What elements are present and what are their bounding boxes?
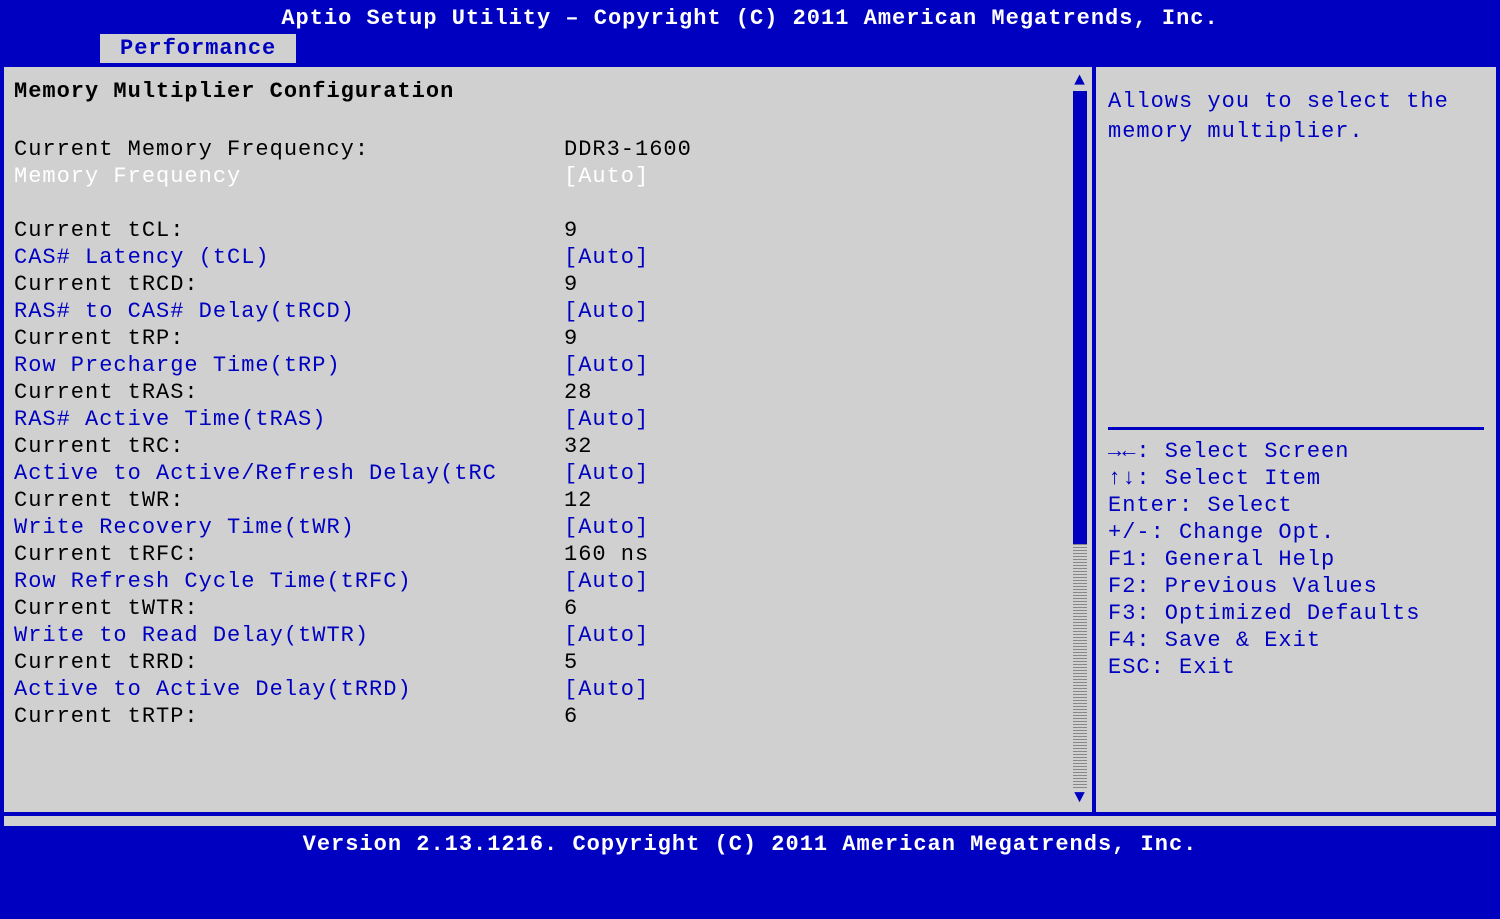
key-hint: ↑↓: Select Item (1108, 465, 1484, 492)
setting-row[interactable]: Write Recovery Time(tWR)[Auto] (14, 514, 1052, 541)
setting-label: Current tRP: (14, 325, 564, 352)
setting-value: 160 ns (564, 541, 1052, 568)
setting-row: Current tRFC:160 ns (14, 541, 1052, 568)
setting-row[interactable]: RAS# to CAS# Delay(tRCD)[Auto] (14, 298, 1052, 325)
scroll-track[interactable] (1073, 91, 1087, 788)
setting-row: Current tWTR:6 (14, 595, 1052, 622)
scroll-track-bg (1073, 544, 1087, 788)
setting-value: 12 (564, 487, 1052, 514)
setting-row[interactable]: Row Refresh Cycle Time(tRFC)[Auto] (14, 568, 1052, 595)
help-description: Allows you to select the memory multipli… (1108, 87, 1484, 427)
scroll-up-icon[interactable]: ▲ (1070, 71, 1090, 91)
footer-gap (0, 812, 1500, 826)
setting-row: Current tRC:32 (14, 433, 1052, 460)
setting-label: RAS# to CAS# Delay(tRCD) (14, 298, 564, 325)
setting-label: Current tRAS: (14, 379, 564, 406)
setting-row: Current tWR:12 (14, 487, 1052, 514)
setting-value[interactable]: [Auto] (564, 622, 1052, 649)
setting-value[interactable]: [Auto] (564, 298, 1052, 325)
setting-label: Current tWTR: (14, 595, 564, 622)
setting-value: 9 (564, 325, 1052, 352)
setting-label: Current tRRD: (14, 649, 564, 676)
setting-value[interactable]: [Auto] (564, 352, 1052, 379)
setting-value[interactable]: [Auto] (564, 163, 1052, 190)
setting-row: Current Memory Frequency:DDR3-1600 (14, 136, 1052, 163)
key-hint: F1: General Help (1108, 546, 1484, 573)
footer: Version 2.13.1216. Copyright (C) 2011 Am… (0, 826, 1500, 863)
footer-text: Version 2.13.1216. Copyright (C) 2011 Am… (303, 832, 1198, 857)
setting-label: Active to Active/Refresh Delay(tRC (14, 460, 564, 487)
setting-value: 9 (564, 271, 1052, 298)
scrollbar[interactable]: ▲ ▼ (1070, 71, 1090, 808)
setting-value: 6 (564, 595, 1052, 622)
key-hint: F2: Previous Values (1108, 573, 1484, 600)
key-hint: +/-: Change Opt. (1108, 519, 1484, 546)
setting-label: Current Memory Frequency: (14, 136, 564, 163)
key-hint: ESC: Exit (1108, 654, 1484, 681)
setting-value: 28 (564, 379, 1052, 406)
setting-label: CAS# Latency (tCL) (14, 244, 564, 271)
key-hint: F3: Optimized Defaults (1108, 600, 1484, 627)
setting-value[interactable]: [Auto] (564, 460, 1052, 487)
setting-label: Memory Frequency (14, 163, 564, 190)
setting-row[interactable]: CAS# Latency (tCL)[Auto] (14, 244, 1052, 271)
setting-value: DDR3-1600 (564, 136, 1052, 163)
setting-value: 6 (564, 703, 1052, 730)
settings-panel: Memory Multiplier Configuration Current … (4, 67, 1096, 812)
help-divider (1108, 427, 1484, 430)
setting-value: 5 (564, 649, 1052, 676)
setting-row[interactable]: Active to Active Delay(tRRD)[Auto] (14, 676, 1052, 703)
setting-row: Current tRAS:28 (14, 379, 1052, 406)
scroll-down-icon[interactable]: ▼ (1070, 788, 1090, 808)
section-title: Memory Multiplier Configuration (14, 79, 1052, 104)
setting-value[interactable]: [Auto] (564, 676, 1052, 703)
scroll-thumb[interactable] (1073, 91, 1087, 544)
setting-row[interactable]: Write to Read Delay(tWTR)[Auto] (14, 622, 1052, 649)
setting-label: Current tRTP: (14, 703, 564, 730)
setting-label: Write to Read Delay(tWTR) (14, 622, 564, 649)
setting-value[interactable]: [Auto] (564, 244, 1052, 271)
key-hint: Enter: Select (1108, 492, 1484, 519)
tab-performance[interactable]: Performance (100, 34, 296, 63)
setting-row[interactable]: Active to Active/Refresh Delay(tRC[Auto] (14, 460, 1052, 487)
setting-label: Row Precharge Time(tRP) (14, 352, 564, 379)
setting-row[interactable]: Memory Frequency[Auto] (14, 163, 1052, 190)
setting-label: Current tRFC: (14, 541, 564, 568)
setting-label: Write Recovery Time(tWR) (14, 514, 564, 541)
key-hints: →←: Select Screen↑↓: Select ItemEnter: S… (1108, 438, 1484, 681)
bios-header: Aptio Setup Utility – Copyright (C) 2011… (0, 0, 1500, 34)
setting-label: Current tCL: (14, 217, 564, 244)
setting-label: Row Refresh Cycle Time(tRFC) (14, 568, 564, 595)
setting-value[interactable]: [Auto] (564, 406, 1052, 433)
setting-label: Active to Active Delay(tRRD) (14, 676, 564, 703)
setting-label: Current tWR: (14, 487, 564, 514)
setting-label: Current tRCD: (14, 271, 564, 298)
setting-row[interactable]: Row Precharge Time(tRP)[Auto] (14, 352, 1052, 379)
key-hint: F4: Save & Exit (1108, 627, 1484, 654)
setting-value: 32 (564, 433, 1052, 460)
setting-value: 9 (564, 217, 1052, 244)
setting-row[interactable]: RAS# Active Time(tRAS)[Auto] (14, 406, 1052, 433)
setting-label: RAS# Active Time(tRAS) (14, 406, 564, 433)
main-container: Memory Multiplier Configuration Current … (0, 67, 1500, 812)
setting-label: Current tRC: (14, 433, 564, 460)
setting-row: Current tRTP:6 (14, 703, 1052, 730)
setting-row: Current tRP:9 (14, 325, 1052, 352)
setting-value[interactable]: [Auto] (564, 568, 1052, 595)
row-spacer (14, 190, 1052, 217)
setting-row: Current tRRD:5 (14, 649, 1052, 676)
help-panel: Allows you to select the memory multipli… (1096, 67, 1496, 812)
setting-row: Current tRCD:9 (14, 271, 1052, 298)
setting-value[interactable]: [Auto] (564, 514, 1052, 541)
tab-bar: Performance (0, 34, 1500, 63)
setting-row: Current tCL:9 (14, 217, 1052, 244)
header-title: Aptio Setup Utility – Copyright (C) 2011… (281, 6, 1218, 31)
key-hint: →←: Select Screen (1108, 438, 1484, 465)
